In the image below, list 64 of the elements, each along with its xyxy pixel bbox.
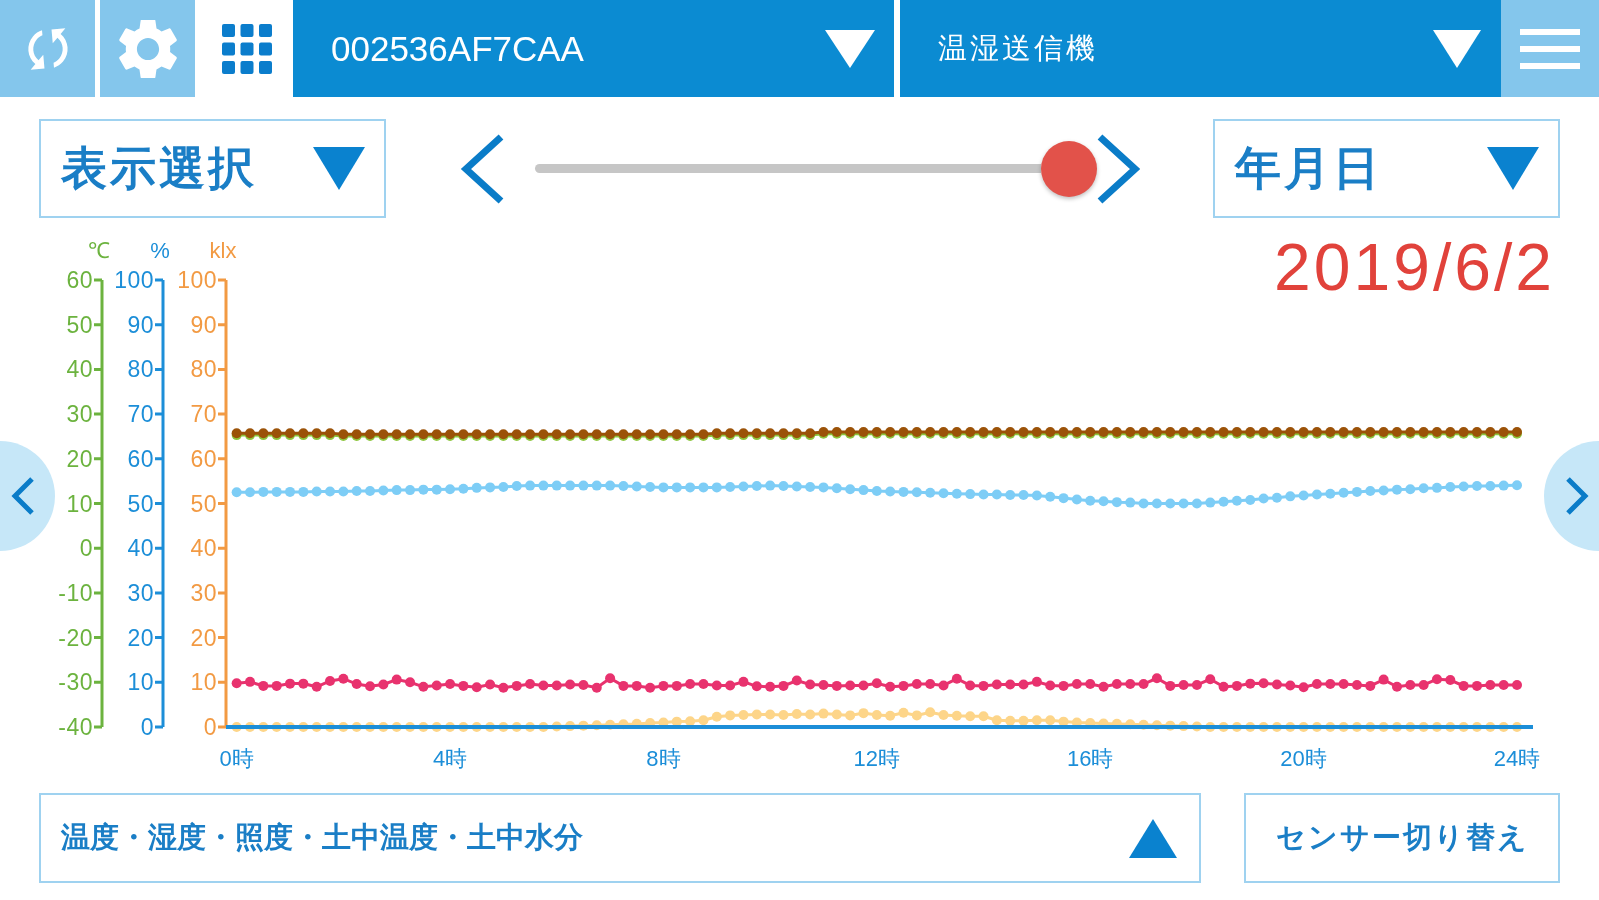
y-axis-tick-label: 90 <box>127 311 154 338</box>
chevron-right-icon <box>1565 476 1589 516</box>
device-type-dropdown[interactable]: 温湿送信機 <box>900 0 1501 97</box>
caret-up-icon <box>1129 818 1177 858</box>
y-axis-tick-label: 100 <box>114 267 154 293</box>
y-axis-tick-label: 80 <box>127 356 154 383</box>
y-axis-tick-label: 30 <box>66 401 93 428</box>
y-axis-tick-label: 90 <box>190 311 217 338</box>
y-axis-tick-label: 40 <box>190 535 217 562</box>
sensor-switch-button[interactable]: センサー切り替え <box>1244 793 1560 883</box>
x-axis-tick-label: 4時 <box>432 745 468 771</box>
menu-icon <box>1520 28 1580 69</box>
axis-unit-label: ℃ <box>88 237 110 263</box>
x-axis-tick-label: 20時 <box>1280 745 1327 771</box>
y-axis-tick-label: 0 <box>79 535 93 562</box>
y-axis-tick-label: 100 <box>177 267 217 293</box>
device-id-dropdown[interactable]: 002536AF7CAA <box>293 0 894 97</box>
date-label: 2019/6/2 <box>1274 234 1555 300</box>
sensor-select-dropdown[interactable]: 温度・湿度・照度・土中温度・土中水分 <box>39 793 1201 883</box>
slider-track[interactable] <box>535 164 1041 173</box>
y-axis-tick-label: 50 <box>190 490 217 517</box>
y-axis-tick-label: 60 <box>127 445 154 472</box>
y-axis-tick-label: 40 <box>66 356 93 383</box>
display-select-dropdown[interactable]: 表示選択 <box>39 119 386 218</box>
axis-unit-label: klx <box>209 237 237 263</box>
y-axis-tick-label: 80 <box>190 356 217 383</box>
y-axis-tick-label: -10 <box>58 579 93 606</box>
caret-down-icon <box>313 147 365 190</box>
caret-down-icon <box>1433 29 1481 68</box>
y-axis-tick-label: 70 <box>190 401 217 428</box>
chevron-left-icon <box>11 476 35 516</box>
chevron-left-icon[interactable] <box>459 132 505 205</box>
y-axis-tick-label: 10 <box>66 490 93 517</box>
y-axis-tick-label: 50 <box>127 490 154 517</box>
slider-thumb[interactable] <box>1041 140 1097 197</box>
axis-unit-label: % <box>150 237 170 263</box>
y-axis-tick-label: 50 <box>66 311 93 338</box>
y-axis-tick-label: 20 <box>127 624 154 651</box>
caret-down-icon <box>1487 147 1539 190</box>
chevron-right-icon[interactable] <box>1096 132 1140 205</box>
y-axis-tick-label: -30 <box>58 669 93 696</box>
y-axis-tick-label: 60 <box>66 267 93 293</box>
grid-icon <box>221 23 272 74</box>
y-axis-tick-label: -20 <box>58 624 93 651</box>
y-axis-tick-label: 30 <box>190 579 217 606</box>
x-axis-tick-label: 0時 <box>219 745 254 771</box>
gear-icon <box>118 19 177 78</box>
y-axis-tick-label: 10 <box>190 669 217 696</box>
y-axis-tick-label: 30 <box>127 579 154 606</box>
y-axis-tick-label: 0 <box>203 714 217 740</box>
caret-down-icon <box>825 29 875 68</box>
x-axis-tick-label: 12時 <box>853 745 901 771</box>
date-range-dropdown[interactable]: 年月日 <box>1213 119 1560 218</box>
y-axis-tick-label: 0 <box>140 714 154 740</box>
y-axis-tick-label: 70 <box>127 401 154 428</box>
x-axis-tick-label: 8時 <box>646 745 681 771</box>
y-axis-tick-label: 10 <box>127 669 154 696</box>
x-axis-tick-label: 24時 <box>1493 745 1541 771</box>
y-axis-tick-label: 60 <box>190 445 217 472</box>
x-axis-tick-label: 16時 <box>1067 745 1114 771</box>
y-axis-tick-label: 20 <box>190 624 217 651</box>
y-axis-tick-label: -40 <box>58 714 93 740</box>
y-axis-tick-label: 20 <box>66 445 93 472</box>
y-axis-tick-label: 40 <box>127 535 154 562</box>
